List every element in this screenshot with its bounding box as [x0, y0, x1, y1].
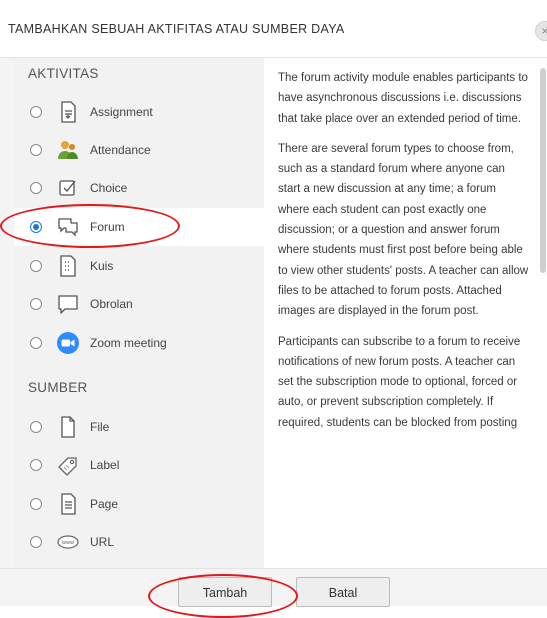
option-label: Attendance — [90, 143, 151, 157]
add-button-highlight-annotation — [148, 574, 298, 618]
page-icon — [56, 492, 80, 516]
option-label-text: Label — [90, 458, 120, 472]
options-panel[interactable]: AKTIVITAS Assignment Attendance Choice F… — [14, 58, 264, 568]
option-page[interactable]: Page — [14, 485, 264, 523]
option-label: Kuis — [90, 259, 114, 273]
url-icon: www — [56, 530, 80, 554]
choice-icon — [56, 176, 80, 200]
radio-page[interactable] — [30, 498, 42, 510]
quiz-icon — [56, 254, 80, 278]
description-scrollbar[interactable] — [540, 68, 546, 273]
option-label: URL — [90, 535, 115, 549]
option-url[interactable]: www URL — [14, 523, 264, 561]
radio-zoom-meeting[interactable] — [30, 337, 42, 349]
forum-highlight-annotation — [0, 204, 180, 248]
radio-file[interactable] — [30, 421, 42, 433]
option-zoom-meeting[interactable]: Zoom meeting — [14, 324, 264, 362]
svg-text:www: www — [62, 540, 74, 546]
option-attendance[interactable]: Attendance — [14, 131, 264, 169]
option-label: Choice — [90, 181, 128, 195]
radio-attendance[interactable] — [30, 144, 42, 156]
option-label: Assignment — [90, 105, 153, 119]
radio-label[interactable] — [30, 459, 42, 471]
option-label: Zoom meeting — [90, 336, 167, 350]
add-activity-dialog: TAMBAHKAN SEBUAH AKTIFITAS ATAU SUMBER D… — [0, 0, 547, 618]
radio-url[interactable] — [30, 536, 42, 548]
description-paragraph: The forum activity module enables partic… — [278, 72, 528, 125]
description-text: The forum activity module enables partic… — [278, 68, 530, 443]
option-label: Page — [90, 497, 119, 511]
description-paragraph: There are several forum types to choose … — [278, 142, 529, 318]
resources-section-title: SUMBER — [28, 380, 88, 395]
option-quiz[interactable]: Kuis — [14, 247, 264, 285]
label-icon — [56, 453, 80, 477]
dialog-title: TAMBAHKAN SEBUAH AKTIFITAS ATAU SUMBER D… — [8, 22, 345, 36]
cancel-button[interactable]: Batal — [296, 577, 390, 607]
zoom-icon — [56, 331, 80, 355]
attendance-icon — [56, 138, 80, 162]
description-paragraph: Participants can subscribe to a forum to… — [278, 335, 521, 429]
option-choice[interactable]: Choice — [14, 169, 264, 207]
option-chat[interactable]: Obrolan — [14, 285, 264, 323]
radio-choice[interactable] — [30, 182, 42, 194]
file-icon — [56, 415, 80, 439]
option-file[interactable]: File — [14, 408, 264, 446]
chat-icon — [56, 292, 80, 316]
option-label: Obrolan — [90, 297, 133, 311]
assignment-icon — [56, 100, 80, 124]
close-button[interactable]: × — [535, 21, 547, 41]
radio-assignment[interactable] — [30, 106, 42, 118]
description-panel: The forum activity module enables partic… — [264, 58, 547, 568]
radio-quiz[interactable] — [30, 260, 42, 272]
dialog-body: AKTIVITAS Assignment Attendance Choice F… — [0, 58, 547, 568]
option-label[interactable]: Label — [14, 446, 264, 484]
radio-chat[interactable] — [30, 298, 42, 310]
dialog-header: TAMBAHKAN SEBUAH AKTIFITAS ATAU SUMBER D… — [0, 0, 547, 58]
activities-section-title: AKTIVITAS — [28, 66, 99, 81]
option-assignment[interactable]: Assignment — [14, 93, 264, 131]
option-label: File — [90, 420, 110, 434]
